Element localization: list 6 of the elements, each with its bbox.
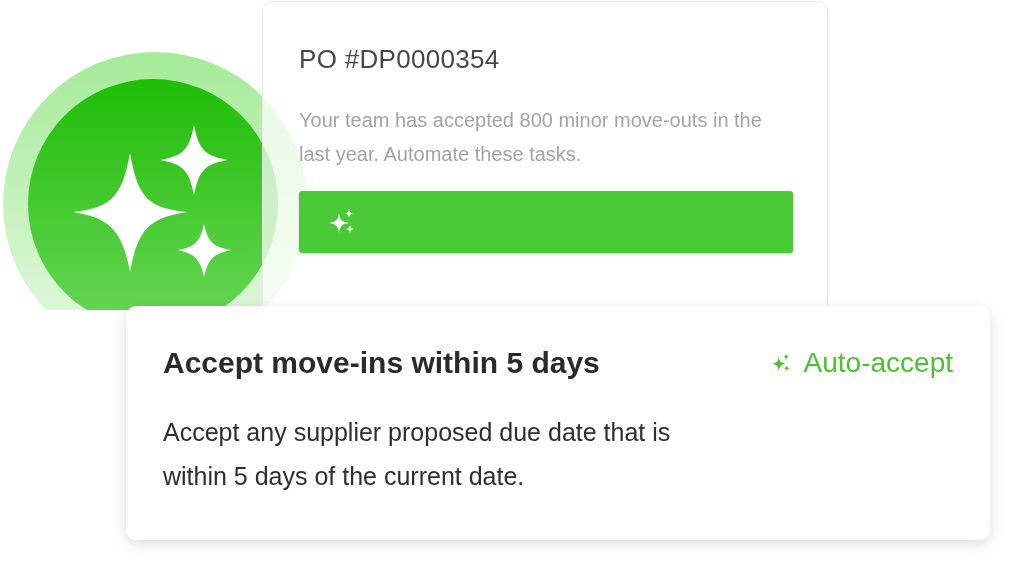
- rule-description: Accept any supplier proposed due date that is within 5 days of the current date.: [163, 417, 672, 492]
- po-title: PO #DP0000354: [299, 44, 501, 75]
- auto-accept-link[interactable]: Auto-accept: [803, 347, 953, 379]
- rule-title: Accept move-ins within 5 days: [163, 346, 600, 380]
- automate-button[interactable]: [299, 191, 793, 253]
- po-description: Your team has accepted 800 minor move-outs in the last year. Automate these tasks.: [299, 108, 763, 167]
